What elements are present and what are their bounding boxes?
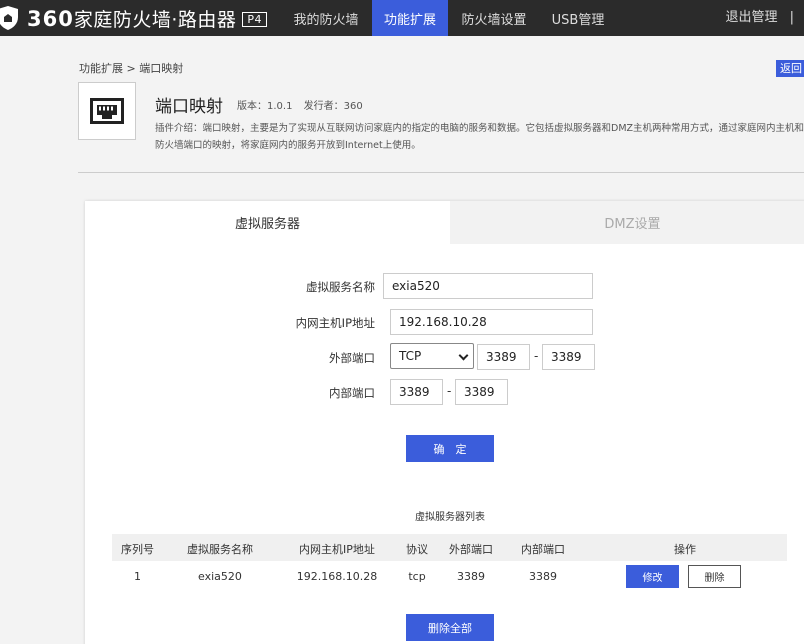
brand-text: 家庭防火墙·路由器 bbox=[73, 8, 237, 31]
port-mapping-panel: 虚拟服务器 DMZ设置 虚拟服务名称 exia520 内网主机IP地址 192.… bbox=[85, 201, 804, 644]
edit-button[interactable]: 修改 bbox=[626, 565, 679, 588]
nav-extensions[interactable]: 功能扩展 bbox=[372, 0, 448, 36]
shield-logo-icon bbox=[0, 6, 18, 30]
logout-area: 退出管理 | bbox=[725, 0, 794, 36]
protocol-value: TCP bbox=[399, 349, 422, 363]
chevron-down-icon bbox=[458, 350, 469, 361]
plugin-icon-box bbox=[78, 82, 136, 140]
logo: 360家庭防火墙·路由器 P4 bbox=[0, 0, 268, 36]
row-index: 1 bbox=[134, 570, 141, 583]
delete-all-button[interactable]: 删除全部 bbox=[406, 614, 494, 641]
col-service-name: 虚拟服务名称 bbox=[187, 543, 253, 556]
plugin-meta: 版本：1.0.1 发行者：360 bbox=[237, 97, 363, 112]
internal-port-label: 内部端口 bbox=[329, 386, 375, 400]
brand-title: 360家庭防火墙·路由器 P4 bbox=[27, 5, 268, 32]
plugin-publisher: 发行者：360 bbox=[303, 101, 363, 112]
row-service-name: exia520 bbox=[198, 570, 242, 583]
divider bbox=[78, 172, 804, 173]
row-host-ip: 192.168.10.28 bbox=[296, 570, 378, 583]
ethernet-port-icon bbox=[90, 98, 124, 124]
col-index: 序列号 bbox=[121, 543, 154, 556]
service-name-label: 虚拟服务名称 bbox=[306, 280, 375, 294]
tab-virtual-server[interactable]: 虚拟服务器 bbox=[85, 201, 450, 244]
external-port-dash: - bbox=[534, 349, 539, 363]
plugin-description: 插件介绍：端口映射，主要是为了实现从互联网访问家庭内的指定的电脑的服务和数据。它… bbox=[155, 123, 804, 151]
internal-port-end-input[interactable]: 3389 bbox=[455, 379, 508, 405]
external-port-start-input[interactable]: 3389 bbox=[477, 344, 530, 370]
tab-dmz-settings[interactable]: DMZ设置 bbox=[450, 201, 804, 244]
row-external-port: 3389 bbox=[457, 570, 485, 583]
host-ip-input[interactable]: 192.168.10.28 bbox=[390, 309, 593, 335]
nav-my-firewall[interactable]: 我的防火墙 bbox=[280, 0, 372, 36]
col-host-ip: 内网主机IP地址 bbox=[299, 543, 375, 556]
col-external-port: 外部端口 bbox=[449, 543, 493, 556]
top-bar: 360家庭防火墙·路由器 P4 我的防火墙 功能扩展 防火墙设置 USB管理 退出… bbox=[0, 0, 804, 36]
model-badge: P4 bbox=[242, 11, 268, 27]
col-protocol: 协议 bbox=[406, 543, 428, 556]
plugin-title: 端口映射 bbox=[155, 97, 223, 117]
plugin-version: 版本：1.0.1 bbox=[237, 101, 293, 112]
delete-button[interactable]: 删除 bbox=[688, 565, 741, 588]
external-port-end-input[interactable]: 3389 bbox=[542, 344, 595, 370]
internal-port-start-input[interactable]: 3389 bbox=[390, 379, 443, 405]
back-button[interactable]: 返回 bbox=[776, 60, 804, 77]
col-internal-port: 内部端口 bbox=[521, 543, 565, 556]
breadcrumb: 功能扩展 > 端口映射 bbox=[79, 62, 184, 75]
host-ip-label: 内网主机IP地址 bbox=[295, 316, 375, 330]
nav-firewall-settings[interactable]: 防火墙设置 bbox=[450, 0, 538, 36]
protocol-select[interactable]: TCP bbox=[390, 343, 474, 369]
service-name-input[interactable]: exia520 bbox=[383, 273, 593, 299]
logout-separator: | bbox=[789, 10, 794, 25]
logout-link[interactable]: 退出管理 bbox=[725, 10, 777, 25]
row-internal-port: 3389 bbox=[529, 570, 557, 583]
row-protocol: tcp bbox=[408, 570, 426, 583]
internal-port-dash: - bbox=[447, 384, 452, 398]
nav-usb-management[interactable]: USB管理 bbox=[540, 0, 616, 36]
col-actions: 操作 bbox=[674, 543, 696, 556]
external-port-label: 外部端口 bbox=[329, 351, 375, 365]
brand-number: 360 bbox=[27, 6, 74, 31]
list-title: 虚拟服务器列表 bbox=[415, 512, 485, 523]
confirm-button[interactable]: 确 定 bbox=[406, 435, 494, 462]
